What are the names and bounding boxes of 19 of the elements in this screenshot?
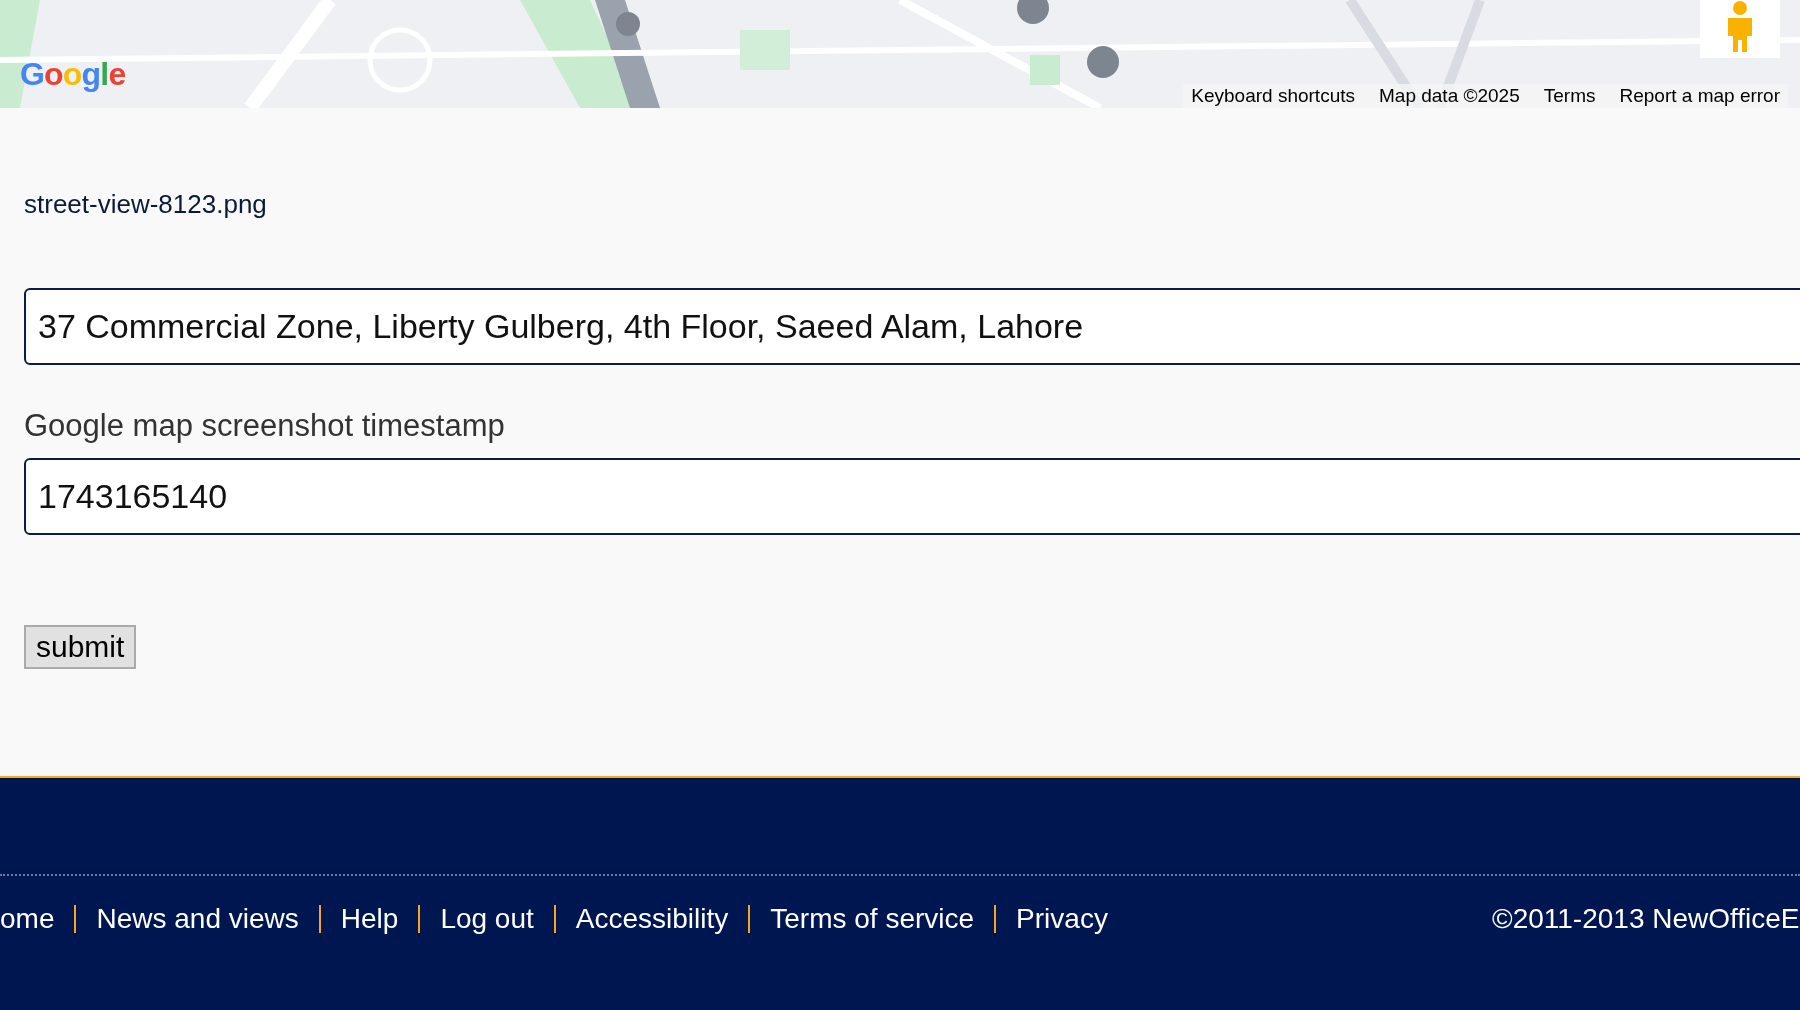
field-label: Google map screenshot timestamp bbox=[24, 407, 506, 445]
map-attribution-link[interactable]: Report a map error bbox=[1619, 81, 1780, 108]
copyright-text: ©2011-2013 NewOfficeE bbox=[1492, 902, 1800, 936]
footer-link[interactable]: Accessibility bbox=[575, 898, 729, 940]
footer-link[interactable]: Help bbox=[340, 898, 399, 940]
pegman-button[interactable] bbox=[1700, 0, 1780, 58]
submit-button[interactable]: submit bbox=[24, 624, 137, 669]
file-name: street-view-8123.png bbox=[24, 188, 268, 221]
text-field[interactable]: 37 Commercial Zone, Liberty Gulberg, 4th Floor, Saeed Alam, Lahore bbox=[24, 288, 1800, 365]
footer-link[interactable]: Privacy bbox=[1016, 898, 1108, 940]
footer-link[interactable]: ome bbox=[0, 898, 55, 940]
map-attribution-link[interactable]: Keyboard shortcuts bbox=[1191, 81, 1355, 108]
text-field[interactable]: 1743165140 bbox=[24, 457, 1800, 535]
footer-link[interactable]: Terms of service bbox=[770, 898, 975, 940]
map-logo: Google bbox=[20, 58, 126, 90]
map-attribution-link[interactable]: Map data ©2025 bbox=[1379, 81, 1520, 108]
footer-link[interactable]: Log out bbox=[440, 898, 534, 940]
map-attribution-link[interactable]: Terms bbox=[1543, 81, 1596, 108]
footer-link[interactable]: News and views bbox=[96, 898, 299, 940]
